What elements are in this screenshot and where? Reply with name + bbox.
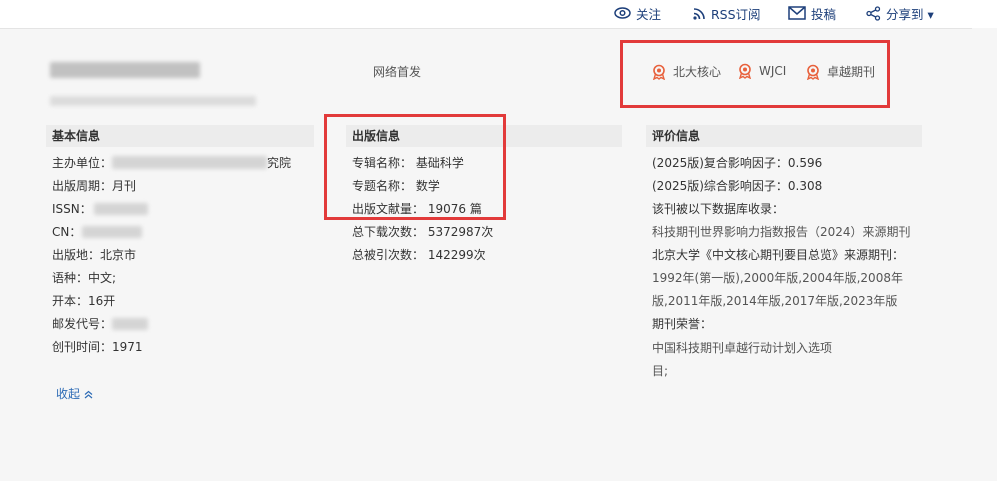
citations-label: 总被引次数： (352, 248, 425, 262)
downloads-label: 总下载次数： (352, 225, 425, 239)
rss-icon (693, 7, 705, 20)
period-value: 月刊 (112, 179, 137, 193)
cn-row: CN： (52, 224, 81, 240)
language-label: 语种： (52, 271, 89, 285)
honor-entry-line-1: 中国科技期刊卓越行动计划入选项 (652, 341, 833, 355)
language-row: 语种：中文; (52, 270, 116, 286)
top-toolbar (0, 0, 997, 28)
founded-value: 1971 (112, 340, 143, 354)
founded-label: 创刊时间： (52, 340, 113, 354)
collapse-label: 收起 (56, 387, 81, 401)
follow-button[interactable]: 关注 (614, 4, 661, 22)
submit-button[interactable]: 投稿 (788, 4, 836, 22)
rss-label: RSS订阅 (711, 6, 761, 22)
honor-entry-line-2: 目; (652, 364, 669, 378)
submit-label: 投稿 (811, 6, 837, 22)
format-value: 16开 (88, 294, 116, 308)
mail-icon (788, 6, 806, 20)
sponsor-row: 主办单位： (52, 155, 112, 171)
language-value: 中文; (88, 271, 117, 285)
postal-code-label: 邮发代号： (52, 317, 113, 331)
comprehensive-impact-factor: (2025版)综合影响因子：0.308 (652, 179, 823, 193)
issn-value-redacted (94, 203, 148, 215)
format-label: 开本： (52, 294, 89, 308)
period-row: 出版周期：月刊 (52, 178, 136, 194)
sponsor-label: 主办单位： (52, 156, 113, 170)
sponsor-value-redacted (112, 156, 267, 169)
cn-value-redacted (82, 226, 142, 238)
honors-label: 期刊荣誉： (652, 317, 713, 331)
composite-impact-factor: (2025版)复合影响因子：0.596 (652, 156, 823, 170)
citations-row: 总被引次数： 142299次 (352, 247, 486, 263)
indexed-by-label: 该刊被以下数据库收录： (652, 202, 785, 216)
postal-code-value-redacted (112, 318, 148, 330)
network-first-label: 网络首发 (373, 65, 422, 79)
journal-subtitle-redacted (50, 96, 256, 106)
founded-row: 创刊时间：1971 (52, 339, 143, 355)
place-value: 北京市 (100, 248, 137, 262)
share-label: 分享到 ▾ (886, 6, 934, 22)
sponsor-value-tail: 究院 (267, 156, 292, 170)
format-row: 开本：16开 (52, 293, 115, 309)
section-header-basic: 基本信息 (46, 125, 314, 147)
period-label: 出版周期： (52, 179, 113, 193)
pku-source-label: 北京大学《中文核心期刊要目总览》来源期刊： (652, 248, 905, 262)
cn-label: CN： (52, 225, 82, 239)
rss-subscribe-button[interactable]: RSS订阅 (693, 4, 761, 22)
issn-label: ISSN： (52, 202, 92, 216)
place-label: 出版地： (52, 248, 101, 262)
issn-row: ISSN： (52, 201, 92, 217)
double-chevron-up-icon (84, 390, 93, 399)
wjci-source-entry: 科技期刊世界影响力指数报告（2024）来源期刊 (652, 225, 911, 239)
pku-years-line-1: 1992年(第一版),2000年版,2004年版,2008年 (652, 271, 903, 285)
pku-years-line-2: 版,2011年版,2014年版,2017年版,2023年版 (652, 294, 898, 308)
place-row: 出版地：北京市 (52, 247, 136, 263)
postal-code-row: 邮发代号： (52, 316, 112, 332)
downloads-row: 总下载次数： 5372987次 (352, 224, 493, 240)
downloads-value: 5372987次 (427, 225, 494, 239)
citations-value: 142299次 (427, 248, 486, 262)
journal-title-redacted (50, 62, 200, 78)
collapse-link[interactable]: 收起 (56, 385, 93, 402)
section-header-eval: 评价信息 (646, 125, 922, 147)
highlight-box-publish (324, 114, 506, 220)
share-button[interactable]: 分享到 ▾ (866, 4, 934, 22)
divider (0, 28, 972, 29)
share-icon (866, 5, 881, 21)
eye-icon (614, 7, 631, 19)
highlight-box-badges (620, 40, 890, 108)
follow-label: 关注 (636, 6, 662, 22)
